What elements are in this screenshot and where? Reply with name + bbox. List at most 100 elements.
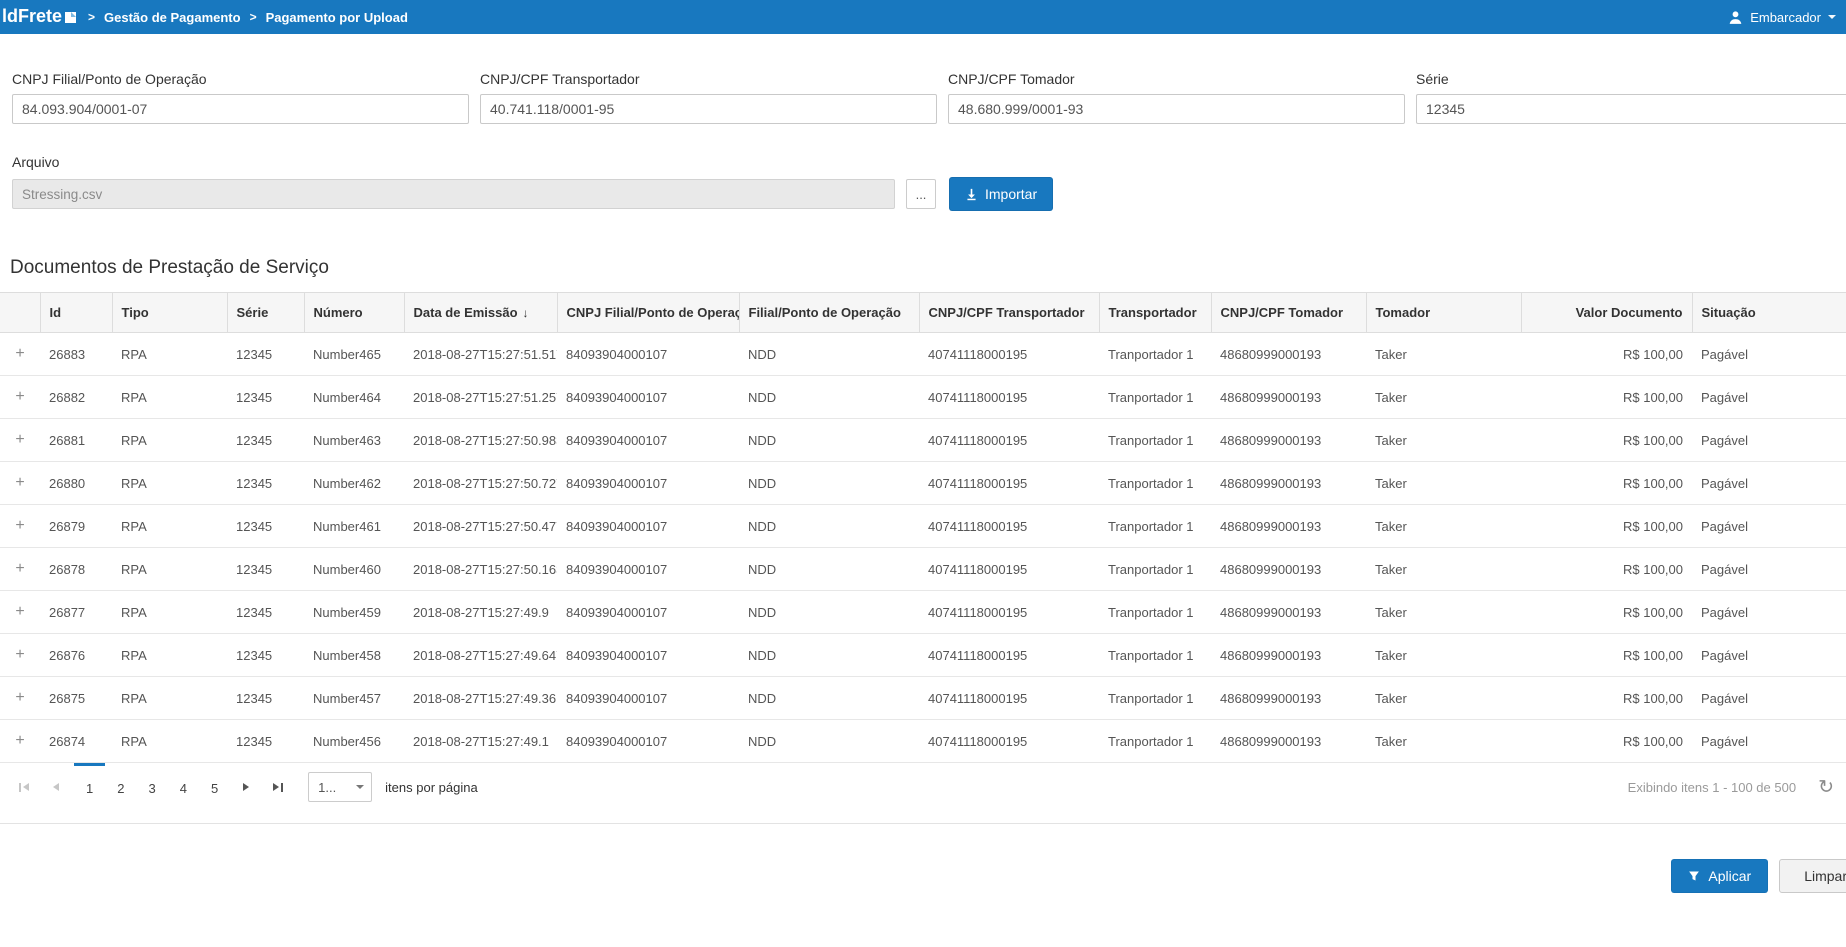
cell-tipo: RPA (112, 591, 227, 634)
cell-tipo: RPA (112, 462, 227, 505)
app-logo[interactable]: ldFrete (2, 6, 76, 28)
page-size-value: 1... (318, 780, 336, 795)
cell-serie: 12345 (227, 634, 304, 677)
pager: 12345 1... itens por página Exibindo ite… (0, 763, 1846, 811)
column-header-id[interactable]: Id (40, 293, 112, 333)
breadcrumb-item-gestao-de-pagamento[interactable]: Gestão de Pagamento (104, 10, 241, 25)
browse-file-button[interactable]: ... (906, 179, 936, 209)
cell-serie: 12345 (227, 548, 304, 591)
cell-situacao: Pagável (1692, 591, 1846, 634)
cell-id: 26883 (40, 333, 112, 376)
expand-row-button[interactable]: + (0, 474, 40, 492)
cell-situacao: Pagável (1692, 333, 1846, 376)
column-header-serie[interactable]: Série (227, 293, 304, 333)
table-row[interactable]: +26878RPA12345Number4602018-08-27T15:27:… (0, 548, 1846, 591)
cell-transportador: Tranportador 1 (1099, 591, 1211, 634)
cell-numero: Number456 (304, 720, 404, 763)
user-menu[interactable]: Embarcador (1728, 10, 1838, 25)
cell-valor-documento: R$ 100,00 (1521, 548, 1692, 591)
clear-button[interactable]: Limpar (1779, 859, 1846, 893)
cell-cnpj-cpf-transportador: 40741118000195 (919, 548, 1099, 591)
cnpj-tomador-input[interactable] (948, 94, 1405, 124)
refresh-icon[interactable]: ↻ (1818, 778, 1834, 797)
cell-cnpj-filial-ponto-de-operacao: 84093904000107 (557, 462, 739, 505)
cell-transportador: Tranportador 1 (1099, 419, 1211, 462)
cell-tipo: RPA (112, 720, 227, 763)
cell-data-de-emissao: 2018-08-27T15:27:49.1 (404, 720, 557, 763)
pager-last-button[interactable] (262, 763, 294, 811)
column-header-tipo[interactable]: Tipo (112, 293, 227, 333)
expand-row-button[interactable]: + (0, 646, 40, 664)
pager-first-button (8, 763, 40, 811)
cell-data-de-emissao: 2018-08-27T15:27:49.9 (404, 591, 557, 634)
expand-row-button[interactable]: + (0, 689, 40, 707)
file-field-label: Arquivo (12, 154, 1846, 170)
field-label-cnpj-filial: CNPJ Filial/Ponto de Operação (12, 71, 469, 87)
column-header-valor-documento[interactable]: Valor Documento (1521, 293, 1692, 333)
cell-cnpj-cpf-transportador: 40741118000195 (919, 419, 1099, 462)
table-row[interactable]: +26881RPA12345Number4632018-08-27T15:27:… (0, 419, 1846, 462)
file-name-input (12, 179, 895, 209)
column-header-situacao[interactable]: Situação (1692, 293, 1846, 333)
pager-next-button[interactable] (230, 763, 262, 811)
cell-situacao: Pagável (1692, 462, 1846, 505)
table-row[interactable]: +26876RPA12345Number4582018-08-27T15:27:… (0, 634, 1846, 677)
column-header-numero[interactable]: Número (304, 293, 404, 333)
table-row[interactable]: +26879RPA12345Number4612018-08-27T15:27:… (0, 505, 1846, 548)
table-row[interactable]: +26877RPA12345Number4592018-08-27T15:27:… (0, 591, 1846, 634)
cell-situacao: Pagável (1692, 505, 1846, 548)
expand-row-button[interactable]: + (0, 388, 40, 406)
cell-tomador: Taker (1366, 462, 1521, 505)
cell-serie: 12345 (227, 333, 304, 376)
column-header-transportador[interactable]: Transportador (1099, 293, 1211, 333)
column-header-tomador[interactable]: Tomador (1366, 293, 1521, 333)
pager-page-1[interactable]: 1 (74, 763, 105, 811)
expand-row-button[interactable]: + (0, 560, 40, 578)
cell-cnpj-cpf-transportador: 40741118000195 (919, 677, 1099, 720)
breadcrumb-item-pagamento-por-upload[interactable]: Pagamento por Upload (266, 10, 408, 25)
pager-page-2[interactable]: 2 (105, 763, 136, 811)
pager-page-3[interactable]: 3 (136, 763, 167, 811)
cell-valor-documento: R$ 100,00 (1521, 677, 1692, 720)
expand-row-button[interactable]: + (0, 732, 40, 750)
pager-page-5[interactable]: 5 (199, 763, 230, 811)
apply-button[interactable]: Aplicar (1671, 859, 1768, 893)
cell-filial-ponto-de-operacao: NDD (739, 376, 919, 419)
table-row[interactable]: +26882RPA12345Number4642018-08-27T15:27:… (0, 376, 1846, 419)
cell-tomador: Taker (1366, 505, 1521, 548)
table-row[interactable]: +26880RPA12345Number4622018-08-27T15:27:… (0, 462, 1846, 505)
expand-row-button[interactable]: + (0, 603, 40, 621)
expand-row-button[interactable]: + (0, 345, 40, 363)
column-header-cnpj-cpf-transportador[interactable]: CNPJ/CPF Transportador (919, 293, 1099, 333)
pager-pages: 12345 (74, 763, 230, 811)
cnpj-transportador-input[interactable] (480, 94, 937, 124)
cnpj-filial-input[interactable] (12, 94, 469, 124)
cell-cnpj-filial-ponto-de-operacao: 84093904000107 (557, 677, 739, 720)
cell-numero: Number463 (304, 419, 404, 462)
expand-row-button[interactable]: + (0, 517, 40, 535)
import-button[interactable]: Importar (949, 177, 1053, 211)
table-row[interactable]: +26875RPA12345Number4572018-08-27T15:27:… (0, 677, 1846, 720)
table-row[interactable]: +26883RPA12345Number4652018-08-27T15:27:… (0, 333, 1846, 376)
cell-id: 26881 (40, 419, 112, 462)
column-header-data-de-emissao[interactable]: Data de Emissão↓ (404, 293, 557, 333)
cell-situacao: Pagável (1692, 376, 1846, 419)
apply-button-label: Aplicar (1708, 868, 1751, 884)
column-header-cnpj-cpf-tomador[interactable]: CNPJ/CPF Tomador (1211, 293, 1366, 333)
cell-id: 26875 (40, 677, 112, 720)
cell-cnpj-cpf-transportador: 40741118000195 (919, 376, 1099, 419)
table-row[interactable]: +26874RPA12345Number4562018-08-27T15:27:… (0, 720, 1846, 763)
serie-input[interactable] (1416, 94, 1846, 124)
column-header-filial-ponto-de-operacao[interactable]: Filial/Ponto de Operação (739, 293, 919, 333)
cell-tipo: RPA (112, 419, 227, 462)
sort-desc-icon: ↓ (523, 306, 529, 320)
cell-cnpj-cpf-transportador: 40741118000195 (919, 462, 1099, 505)
expand-cell: + (0, 548, 40, 591)
pager-page-4[interactable]: 4 (168, 763, 199, 811)
column-header-cnpj-filial-ponto-de-operacao[interactable]: CNPJ Filial/Ponto de Operaç... (557, 293, 739, 333)
expand-row-button[interactable]: + (0, 431, 40, 449)
cell-valor-documento: R$ 100,00 (1521, 462, 1692, 505)
page-size-select[interactable]: 1... (308, 772, 372, 802)
cell-cnpj-cpf-transportador: 40741118000195 (919, 720, 1099, 763)
cell-tomador: Taker (1366, 333, 1521, 376)
